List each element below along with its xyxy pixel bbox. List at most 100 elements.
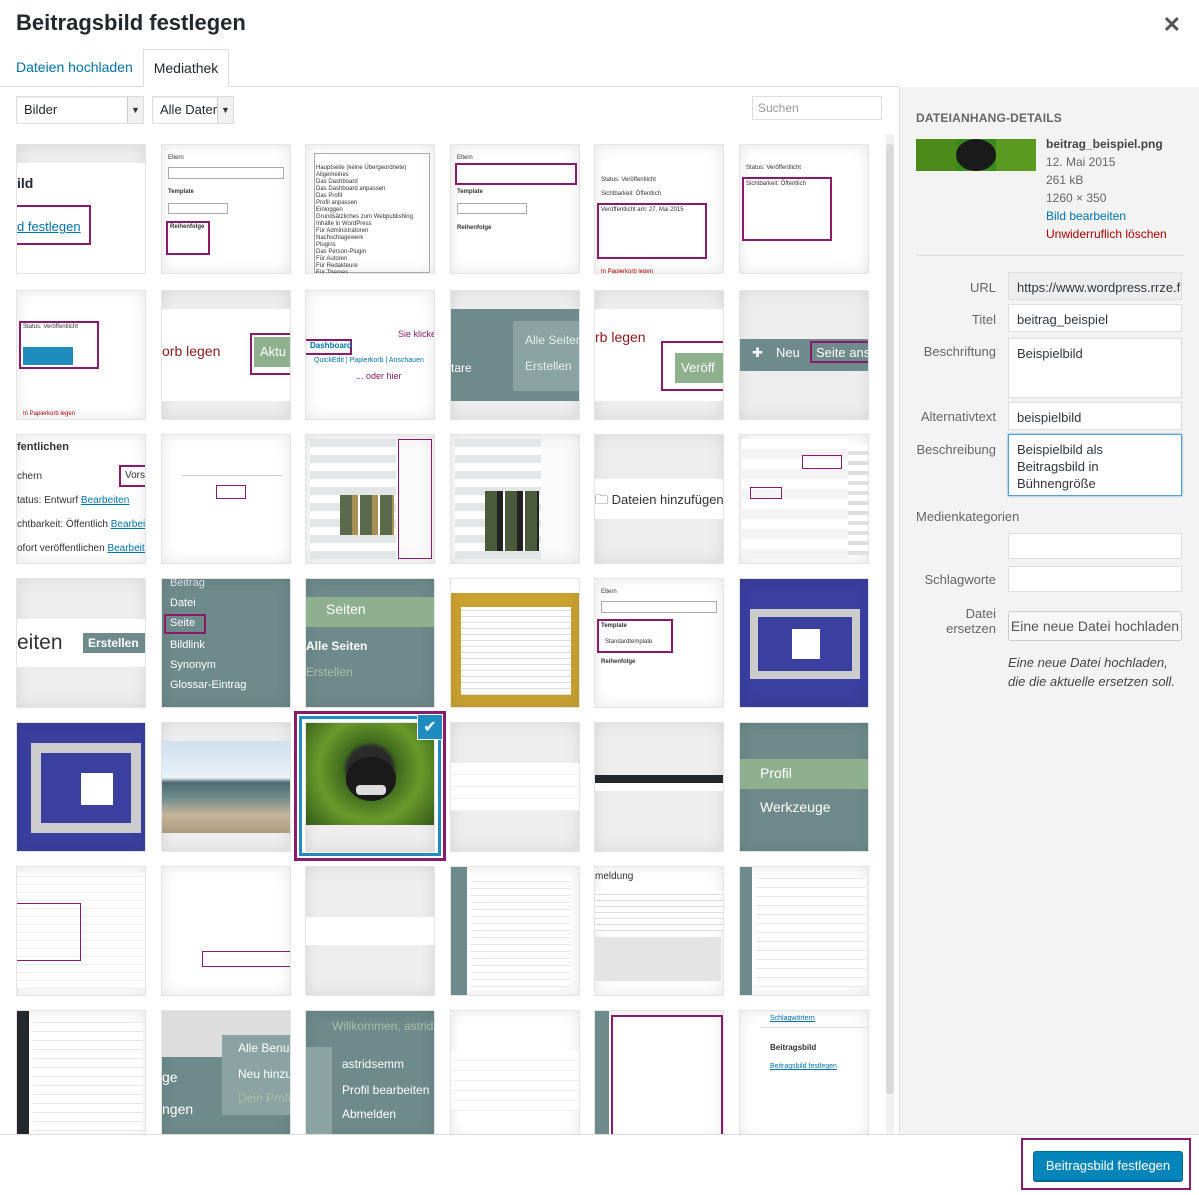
media-item[interactable] — [16, 722, 146, 852]
media-item[interactable]: Seiten Alle Seiten Erstellen — [305, 578, 435, 708]
dimensions: 1260 × 350 — [1046, 191, 1107, 205]
title-field[interactable]: beitrag_beispiel — [1008, 304, 1182, 332]
media-item[interactable]: Status: Veröffentlicht In Papierkorb leg… — [16, 290, 146, 420]
media-item[interactable]: ✚ Neu Seite ans — [739, 290, 869, 420]
item-text: Neu hinzu — [238, 1067, 291, 1081]
media-item[interactable]: Schlagwörtern Beitragsbild Beitragsbild … — [739, 1010, 869, 1134]
media-item[interactable]: Eltern Template Standardtemplate Reihenf… — [594, 578, 724, 708]
tab-upload[interactable]: Dateien hochladen — [16, 49, 133, 87]
media-item[interactable]: rb legen Veröff — [594, 290, 724, 420]
upload-new-file-button[interactable]: Eine neue Datei hochladen — [1008, 611, 1182, 641]
media-item[interactable] — [161, 866, 291, 996]
item-text: Vors — [125, 470, 146, 481]
media-item[interactable]: eiten Erstellen — [16, 578, 146, 708]
media-item[interactable] — [450, 722, 580, 852]
thumbs-mock — [340, 495, 394, 535]
media-item[interactable]: Alle Seiten Erstellen tare — [450, 290, 580, 420]
item-text: Reihenfolge — [457, 225, 492, 231]
item-text: Alle Seiten — [306, 639, 368, 653]
media-item[interactable] — [594, 722, 724, 852]
media-item[interactable]: Willkommen, astrids astridsemm Profil be… — [305, 1010, 435, 1134]
media-item[interactable] — [16, 866, 146, 996]
item-text: Profil bearbeiten — [342, 1083, 430, 1097]
media-item[interactable] — [450, 578, 580, 708]
caption-field[interactable]: Beispielbild — [1008, 338, 1182, 398]
date-filter-value: Alle Daten — [160, 102, 220, 117]
media-item[interactable]: Status: Veröffentlicht Sichtbarkeit: Öff… — [739, 144, 869, 274]
media-item[interactable] — [594, 1010, 724, 1134]
attachment-info: beitrag_beispiel.png 12. Mai 2015 261 kB… — [1046, 135, 1167, 243]
media-item[interactable] — [305, 434, 435, 564]
item-text: Seite — [170, 617, 196, 629]
description-field[interactable]: Beispielbild als Beitragsbild in Bühneng… — [1008, 434, 1182, 496]
divider — [182, 475, 282, 476]
highlight-box — [250, 333, 290, 375]
item-text: tare — [451, 361, 472, 375]
media-item[interactable]: Hauptseite (keine Übergeordnete) Allgemei… — [305, 144, 435, 274]
media-item[interactable]: Dashboard Sie klicke ... oder hier Quick… — [305, 290, 435, 420]
checkmark-icon[interactable]: ✔ — [417, 714, 443, 740]
scrollbar-thumb[interactable] — [886, 144, 894, 1094]
set-featured-image-button[interactable]: Beitragsbild festlegen — [1033, 1151, 1183, 1181]
item-text: chtbarkeit: Öffentlich Bearbeiten — [17, 519, 146, 530]
delete-permanently-link[interactable]: Unwiderruflich löschen — [1046, 225, 1167, 243]
item-text: Template — [168, 189, 194, 195]
edit-image-link[interactable]: Bild bearbeiten — [1046, 207, 1167, 225]
document-mock — [461, 607, 571, 695]
search-input[interactable]: Suchen — [752, 96, 882, 120]
media-item[interactable] — [305, 866, 435, 996]
item-text: Template — [457, 189, 483, 195]
item-text: Sichtbarkeit: Öffentlich — [746, 181, 806, 187]
item-button: Erstellen — [83, 633, 145, 653]
tags-field[interactable] — [1008, 566, 1182, 592]
media-item[interactable]: fentlichen chern Vors tatus: Entwurf Bea… — [16, 434, 146, 564]
media-item[interactable]: orb legen Aktu — [161, 290, 291, 420]
caption-label: Beschriftung — [923, 344, 996, 359]
media-categories-field[interactable] — [1008, 533, 1182, 559]
media-item[interactable] — [739, 434, 869, 564]
select-mock — [457, 203, 527, 214]
close-icon[interactable]: ✕ — [1163, 12, 1181, 38]
item-text: In Papierkorb legen — [601, 269, 654, 274]
item-text: Schlagwörtern — [770, 1015, 815, 1022]
media-item[interactable]: ild d festlegen — [16, 144, 146, 274]
url-field[interactable]: https://www.wordpress.rrze.fa — [1008, 272, 1182, 300]
media-item[interactable] — [739, 578, 869, 708]
media-item[interactable]: 🗀 Dateien hinzufügen — [594, 434, 724, 564]
item-text: Seite ans — [816, 345, 869, 360]
media-item[interactable] — [16, 1010, 146, 1134]
upload-date: 12. Mai 2015 — [1046, 155, 1116, 169]
item-text: QuickEdit | Papierkorb | Anschauen — [314, 357, 424, 364]
item-text: Erstellen — [306, 665, 353, 679]
media-item[interactable]: Eltern Template Reihenfolge — [161, 144, 291, 274]
media-item[interactable]: meldung — [594, 866, 724, 996]
media-item[interactable] — [161, 722, 291, 852]
highlight-box — [17, 903, 81, 961]
grid-scrollbar[interactable] — [886, 134, 894, 1134]
item-text: In Papierkorb legen — [23, 411, 76, 417]
media-item[interactable] — [161, 434, 291, 564]
highlight-box — [802, 455, 842, 469]
tab-library[interactable]: Mediathek — [143, 49, 229, 87]
media-item[interactable]: Beitrag Datei Seite Bildlink Synonym Glo… — [161, 578, 291, 708]
item-text: Glossar-Eintrag — [170, 679, 247, 691]
alt-text-field[interactable]: beispielbild — [1008, 402, 1182, 430]
media-item[interactable]: Profil Werkzeuge — [739, 722, 869, 852]
item-text: Alle Benu — [238, 1041, 290, 1055]
media-item[interactable] — [450, 866, 580, 996]
media-item[interactable] — [450, 434, 580, 564]
item-text: eiten — [17, 631, 63, 654]
media-item[interactable] — [739, 866, 869, 996]
media-item[interactable]: Eltern Template Reihenfolge — [450, 144, 580, 274]
item-text: ild — [17, 175, 34, 191]
media-item[interactable]: Alle Benu Neu hinzu Dein Profi ge ngen — [161, 1010, 291, 1134]
item-text: orb legen — [162, 343, 221, 359]
highlight-box — [661, 341, 723, 391]
item-text: astridsemm — [342, 1057, 405, 1071]
date-filter-select[interactable]: Alle Daten ▼ — [152, 96, 234, 124]
type-filter-select[interactable]: Bilder ▼ — [16, 96, 144, 124]
media-item[interactable] — [450, 1010, 580, 1134]
tab-bar: Dateien hochladen Mediathek — [0, 49, 899, 87]
screenshot-mock — [756, 877, 866, 987]
media-item[interactable]: Status: Veröffentlicht Sichtbarkeit: Öff… — [594, 144, 724, 274]
